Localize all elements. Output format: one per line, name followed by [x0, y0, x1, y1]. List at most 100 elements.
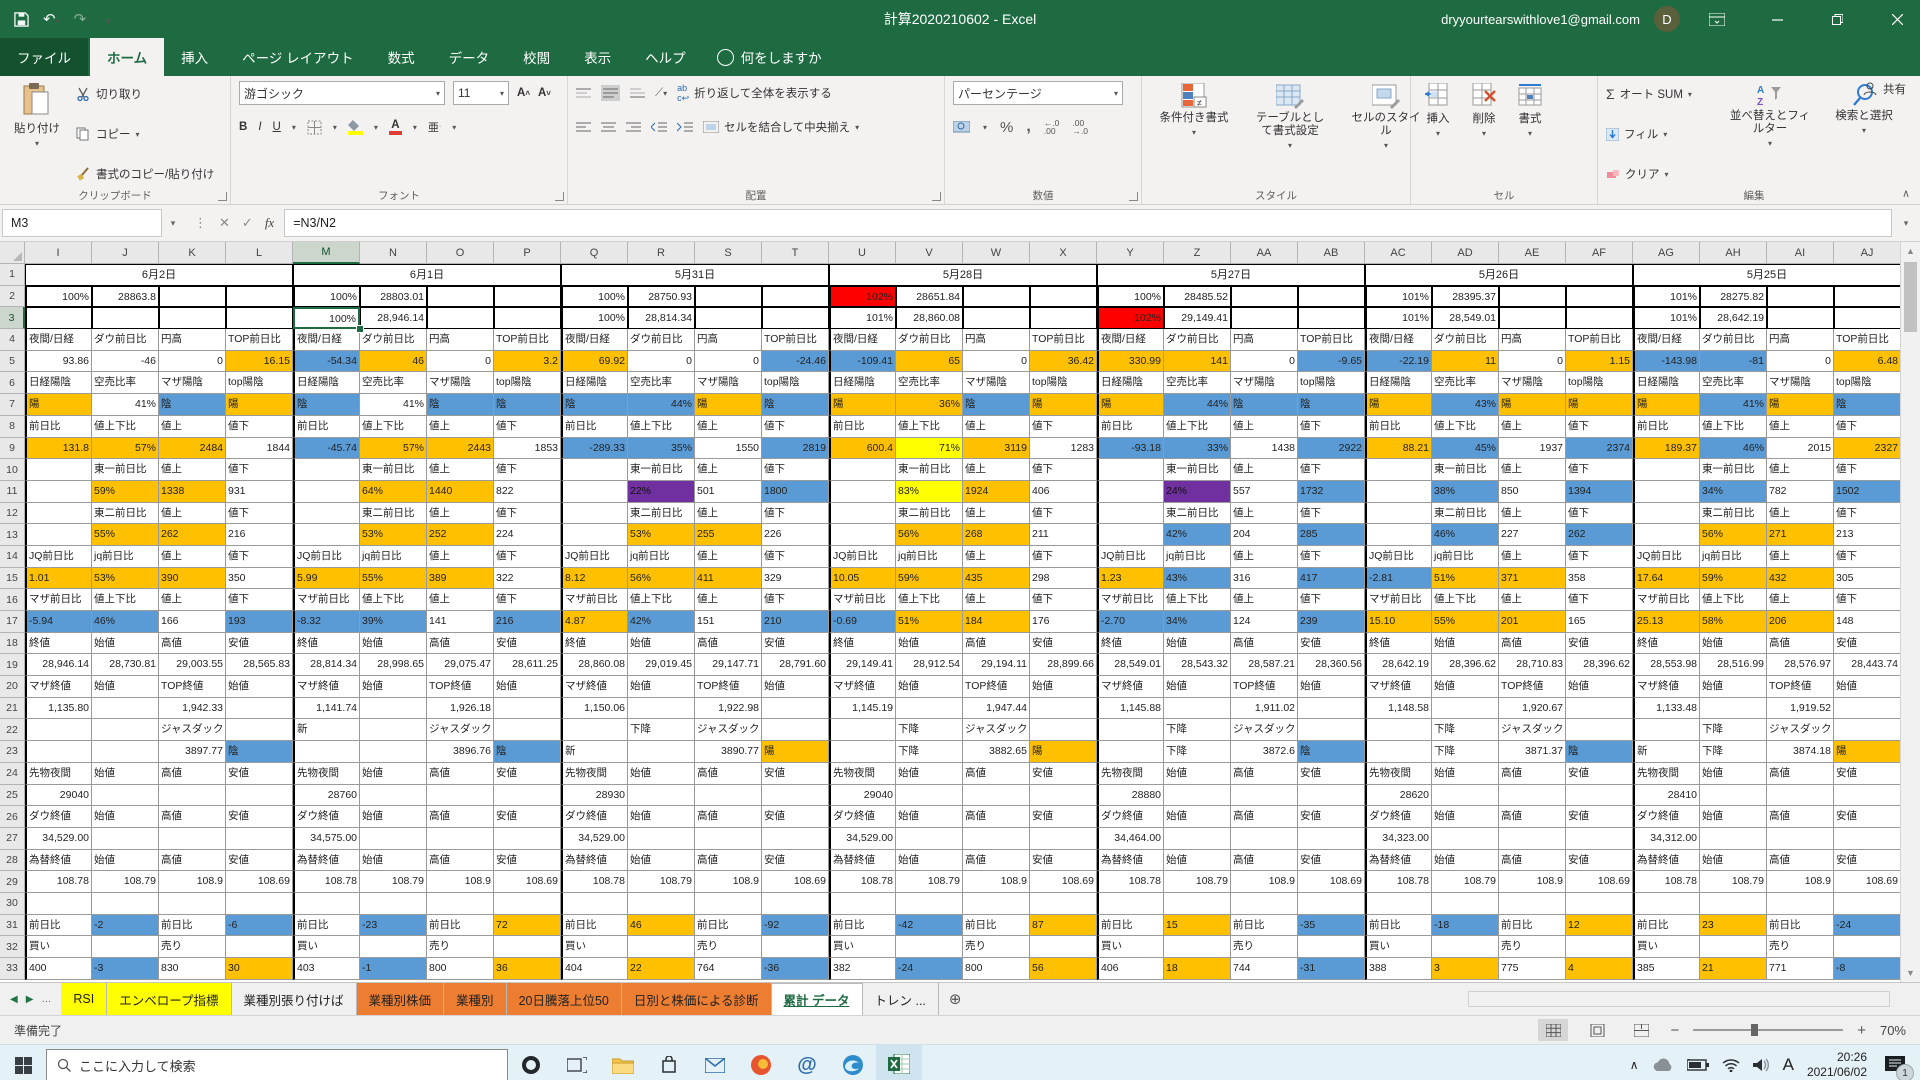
cell-L30[interactable]	[226, 893, 293, 915]
cell-O9[interactable]: 2443	[427, 438, 494, 460]
cell-AH30[interactable]	[1700, 893, 1767, 915]
col-header-S[interactable]: S	[695, 242, 762, 264]
cell-J16[interactable]: 値上下比	[92, 589, 159, 611]
cell-I29[interactable]: 108.78	[25, 871, 92, 893]
cell-AC16[interactable]: マザ前日比	[1365, 589, 1432, 611]
cell-AC14[interactable]: JQ前日比	[1365, 546, 1432, 568]
cell-P23[interactable]: 陰	[494, 741, 561, 763]
avatar[interactable]: D	[1654, 6, 1680, 32]
row-header-19[interactable]: 19	[0, 654, 25, 676]
cell-Q3[interactable]: 100%	[561, 307, 628, 329]
cell-AI19[interactable]: 28,576.97	[1767, 654, 1834, 676]
decrease-indent-icon[interactable]	[651, 121, 667, 133]
cell-X25[interactable]	[1030, 785, 1097, 807]
cell-V14[interactable]: jq前日比	[896, 546, 963, 568]
cell-AG5[interactable]: -143.98	[1633, 351, 1700, 373]
firefox-icon[interactable]	[738, 1045, 784, 1080]
cell-AD21[interactable]	[1432, 698, 1499, 720]
cell-AB7[interactable]: 陰	[1298, 394, 1365, 416]
cell-M17[interactable]: -8.32	[293, 611, 360, 633]
cell-M31[interactable]: 前日比	[293, 915, 360, 937]
cell-O25[interactable]	[427, 785, 494, 807]
cell-AJ11[interactable]: 1502	[1834, 481, 1901, 503]
row-header-25[interactable]: 25	[0, 785, 25, 807]
cell-O11[interactable]: 1440	[427, 481, 494, 503]
cell-AE4[interactable]: 円高	[1499, 329, 1566, 351]
cell-AI16[interactable]: 値上	[1767, 589, 1834, 611]
cell-U7[interactable]: 陽	[829, 394, 896, 416]
cell-T21[interactable]	[762, 698, 829, 720]
cell-S9[interactable]: 1550	[695, 438, 762, 460]
cell-I23[interactable]	[25, 741, 92, 763]
cell-AI15[interactable]: 432	[1767, 568, 1834, 590]
cell-Y8[interactable]: 前日比	[1097, 416, 1164, 438]
cell-T22[interactable]	[762, 719, 829, 741]
cell-AE8[interactable]: 値上	[1499, 416, 1566, 438]
cell-AA2[interactable]	[1231, 286, 1298, 308]
cell-N21[interactable]	[360, 698, 427, 720]
cell-AE31[interactable]: 前日比	[1499, 915, 1566, 937]
cell-AC4[interactable]: 夜間/日経	[1365, 329, 1432, 351]
cell-N14[interactable]: jq前日比	[360, 546, 427, 568]
cell-W6[interactable]: マザ陽陰	[963, 372, 1030, 394]
ribbon-tab-7[interactable]: 表示	[567, 38, 628, 76]
cell-S33[interactable]: 764	[695, 958, 762, 980]
cell-AF30[interactable]	[1566, 893, 1633, 915]
cell-K24[interactable]: 高値	[159, 763, 226, 785]
cell-AG2[interactable]: 101%	[1633, 286, 1700, 308]
cell-AJ19[interactable]: 28,443.74	[1834, 654, 1901, 676]
cell-K11[interactable]: 1338	[159, 481, 226, 503]
cell-Z19[interactable]: 28,543.32	[1164, 654, 1231, 676]
cell-V24[interactable]: 始値	[896, 763, 963, 785]
cell-N25[interactable]	[360, 785, 427, 807]
cell-AG23[interactable]: 新	[1633, 741, 1700, 763]
cell-L32[interactable]	[226, 936, 293, 958]
cell-P19[interactable]: 28,611.25	[494, 654, 561, 676]
cell-Q33[interactable]: 404	[561, 958, 628, 980]
cell-T14[interactable]: 値下	[762, 546, 829, 568]
cell-N18[interactable]: 始値	[360, 633, 427, 655]
decrease-font-icon[interactable]: A˅	[538, 87, 551, 99]
scroll-down-icon[interactable]: ▼	[1906, 964, 1915, 982]
cell-S16[interactable]: 値上	[695, 589, 762, 611]
cell-X14[interactable]: 値下	[1030, 546, 1097, 568]
cell-AC13[interactable]	[1365, 524, 1432, 546]
cell-AE29[interactable]: 108.9	[1499, 871, 1566, 893]
cell-N16[interactable]: 値上下比	[360, 589, 427, 611]
cell-R6[interactable]: 空売比率	[628, 372, 695, 394]
cell-P26[interactable]: 安値	[494, 806, 561, 828]
cell-O19[interactable]: 29,075.47	[427, 654, 494, 676]
cell-AB15[interactable]: 417	[1298, 568, 1365, 590]
zoom-level[interactable]: 70%	[1880, 1023, 1906, 1038]
col-header-T[interactable]: T	[762, 242, 829, 264]
vertical-scrollbar[interactable]: ▲ ▼	[1900, 242, 1920, 982]
cell-Y19[interactable]: 28,549.01	[1097, 654, 1164, 676]
cell-I13[interactable]	[25, 524, 92, 546]
cell-Z8[interactable]: 値上下比	[1164, 416, 1231, 438]
cell-AI17[interactable]: 206	[1767, 611, 1834, 633]
cell-Q31[interactable]: 前日比	[561, 915, 628, 937]
cell-Q22[interactable]	[561, 719, 628, 741]
cell-AH2[interactable]: 28275.82	[1700, 286, 1767, 308]
cell-X19[interactable]: 28,899.66	[1030, 654, 1097, 676]
cell-AF9[interactable]: 2374	[1566, 438, 1633, 460]
cell-Y9[interactable]: -93.18	[1097, 438, 1164, 460]
cell-K26[interactable]: 高値	[159, 806, 226, 828]
undo-icon[interactable]: ↶▾	[43, 10, 60, 28]
cell-K8[interactable]: 値上	[159, 416, 226, 438]
row-header-18[interactable]: 18	[0, 633, 25, 655]
cell-AB32[interactable]	[1298, 936, 1365, 958]
cell-I5[interactable]: 93.86	[25, 351, 92, 373]
cell-AJ18[interactable]: 安値	[1834, 633, 1901, 655]
cell-Q27[interactable]: 34,529.00	[561, 828, 628, 850]
cell-AA26[interactable]: 高値	[1231, 806, 1298, 828]
cell-U5[interactable]: -109.41	[829, 351, 896, 373]
cell-AD2[interactable]: 28395.37	[1432, 286, 1499, 308]
cell-M5[interactable]: -54.34	[293, 351, 360, 373]
cell-X33[interactable]: 56	[1030, 958, 1097, 980]
cell-AF22[interactable]	[1566, 719, 1633, 741]
cell-X15[interactable]: 298	[1030, 568, 1097, 590]
cell-AF33[interactable]: 4	[1566, 958, 1633, 980]
cell-Z30[interactable]	[1164, 893, 1231, 915]
cell-J13[interactable]: 55%	[92, 524, 159, 546]
